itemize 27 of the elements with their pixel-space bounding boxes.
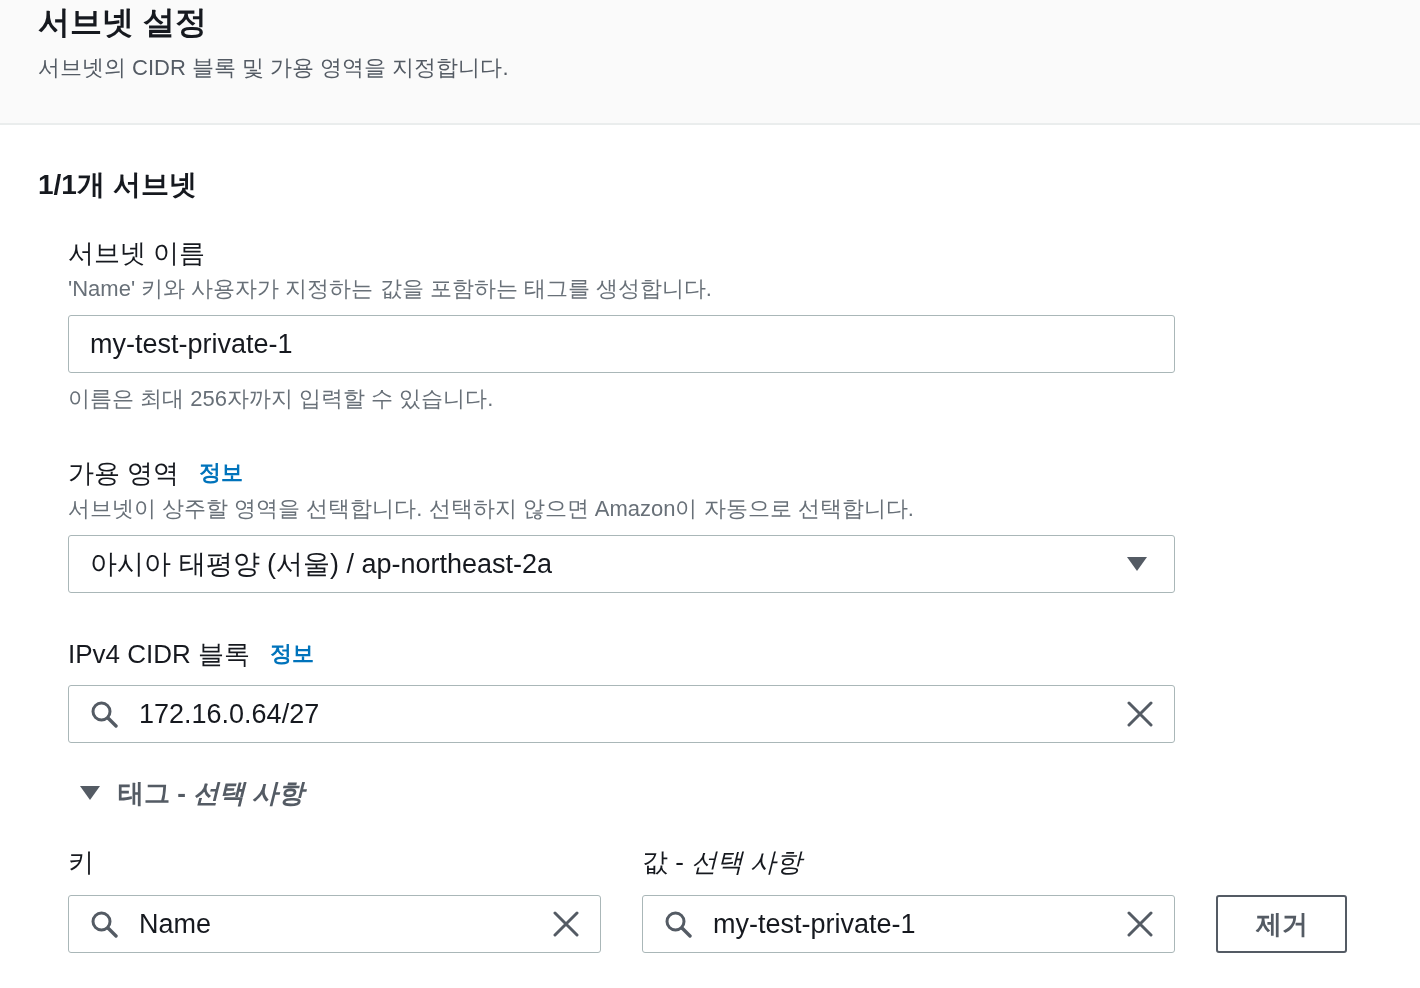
- info-link[interactable]: 정보: [199, 458, 244, 488]
- caret-down-icon: [1127, 557, 1147, 571]
- page-title: 서브넷 설정: [38, 3, 207, 42]
- search-icon: [664, 910, 692, 938]
- field-hint: 이름은 최대 256자까지 입력할 수 있습니다.: [68, 385, 494, 413]
- field-description: 'Name' 키와 사용자가 지정하는 값을 포함하는 태그를 생성합니다.: [68, 275, 712, 303]
- close-icon[interactable]: [1127, 701, 1153, 727]
- key-label: 키: [68, 847, 94, 877]
- tags-toggle[interactable]: 태그 - 선택 사항: [80, 775, 305, 811]
- field-label: 가용 영역: [68, 457, 180, 490]
- page-description: 서브넷의 CIDR 블록 및 가용 영역을 지정합니다.: [38, 54, 509, 82]
- search-icon: [90, 700, 118, 728]
- text-input[interactable]: my-test-private-1: [68, 315, 1175, 373]
- field-description: 서브넷이 상주할 영역을 선택합니다. 선택하지 않으면 Amazon이 자동으로 선택합니다.: [68, 495, 914, 523]
- value-field[interactable]: my-test-private-1: [642, 895, 1175, 953]
- value-label: 값 - 선택 사항: [642, 847, 803, 877]
- key-field[interactable]: Name: [68, 895, 601, 953]
- close-icon[interactable]: [1127, 911, 1153, 937]
- section-heading: 1/1개 서브넷: [38, 168, 197, 202]
- search-field[interactable]: 172.16.0.64/27: [68, 685, 1175, 743]
- close-icon[interactable]: [553, 911, 579, 937]
- field-label: 서브넷 이름: [68, 237, 206, 270]
- field-label: IPv4 CIDR 블록: [68, 638, 251, 671]
- search-icon: [90, 910, 118, 938]
- info-link[interactable]: 정보: [270, 639, 315, 669]
- remove-button[interactable]: 제거: [1216, 895, 1347, 953]
- select-field[interactable]: 아시아 태평양 (서울) / ap-northeast-2a: [68, 535, 1175, 593]
